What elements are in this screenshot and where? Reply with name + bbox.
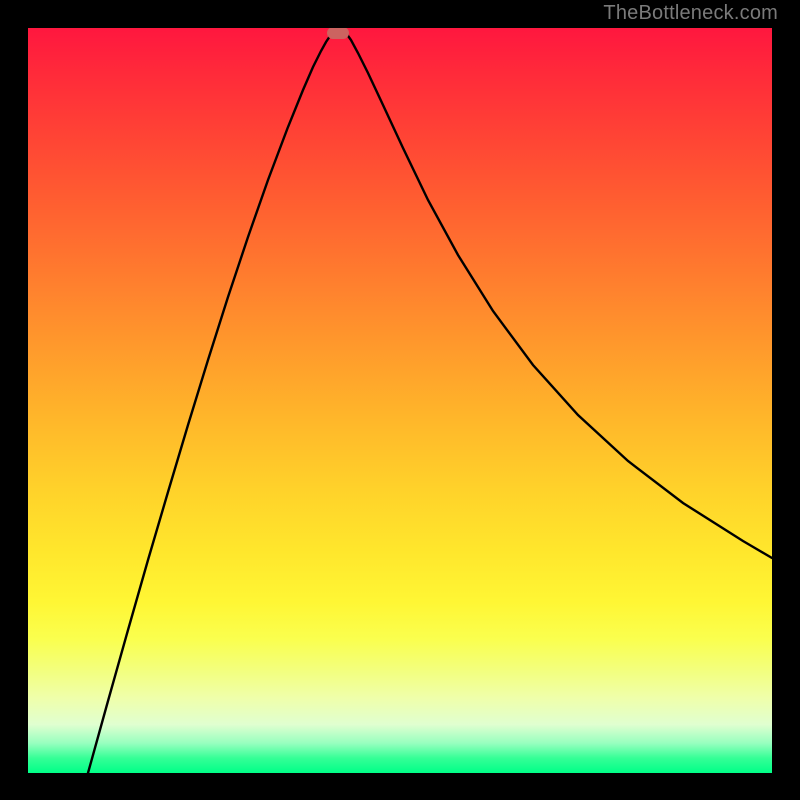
curve-left-branch (88, 33, 332, 773)
optimal-point-marker (327, 28, 349, 39)
attribution-text: TheBottleneck.com (603, 2, 778, 25)
plot-area (28, 28, 772, 773)
bottleneck-curve (28, 28, 772, 773)
curve-right-branch (346, 33, 772, 558)
